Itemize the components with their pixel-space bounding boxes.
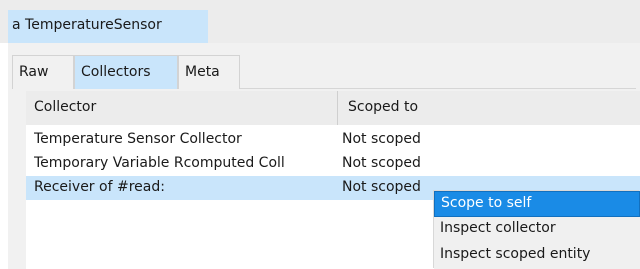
window-tab-strip: a TemperatureSensor [0, 0, 640, 43]
table-row[interactable]: Temporary Variable Rcomputed Coll Not sc… [26, 152, 640, 176]
table-header: Collector Scoped to [26, 91, 640, 125]
context-menu: Scope to self Inspect collector Inspect … [434, 191, 640, 269]
scoped-to-cell: Not scoped [342, 131, 421, 147]
menu-item-label: Scope to self [441, 195, 532, 211]
collector-cell: Temporary Variable Rcomputed Coll [34, 155, 285, 171]
collector-cell: Temperature Sensor Collector [34, 131, 242, 147]
scoped-to-cell: Not scoped [342, 179, 421, 195]
inspector-window: a TemperatureSensor Raw Collectors Meta … [0, 0, 640, 269]
menu-item-inspect-collector[interactable]: Inspect collector [434, 217, 640, 243]
tab-collectors[interactable]: Collectors [74, 55, 178, 89]
tab-raw[interactable]: Raw [12, 55, 74, 89]
window-title: a TemperatureSensor [12, 17, 162, 33]
scoped-to-cell: Not scoped [342, 155, 421, 171]
tab-raw-label: Raw [19, 64, 49, 80]
menu-item-label: Inspect collector [440, 220, 556, 236]
column-header-label: Collector [34, 99, 97, 115]
tab-bar: Raw Collectors Meta [12, 55, 636, 89]
column-header-label: Scoped to [348, 99, 419, 115]
collector-cell: Receiver of #read: [34, 179, 165, 195]
tab-meta[interactable]: Meta [178, 55, 240, 89]
column-header-scoped-to[interactable]: Scoped to [338, 91, 640, 125]
window-title-tab[interactable]: a TemperatureSensor [8, 10, 208, 43]
menu-item-inspect-scoped-entity[interactable]: Inspect scoped entity [434, 243, 640, 269]
table-row[interactable]: Temperature Sensor Collector Not scoped [26, 128, 640, 152]
column-header-collector[interactable]: Collector [26, 91, 338, 125]
tab-collectors-label: Collectors [81, 64, 151, 80]
menu-item-scope-to-self[interactable]: Scope to self [434, 191, 640, 217]
menu-item-label: Inspect scoped entity [440, 246, 591, 262]
tab-meta-label: Meta [185, 64, 220, 80]
